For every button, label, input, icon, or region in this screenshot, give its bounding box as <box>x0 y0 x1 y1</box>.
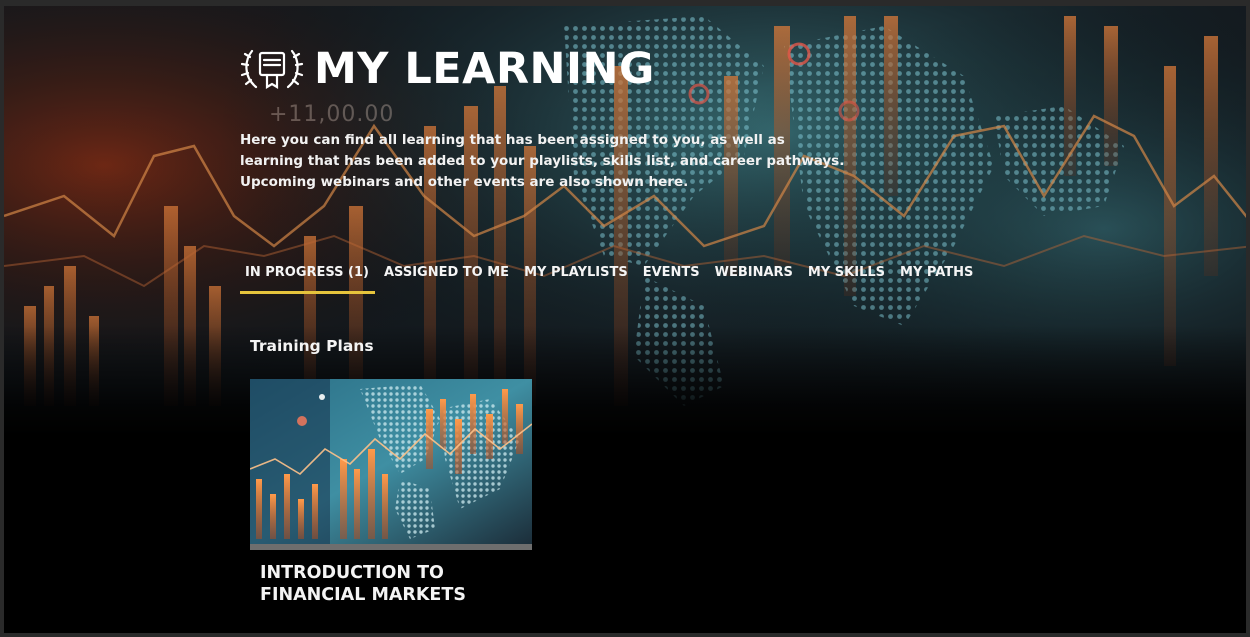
tab-my-playlists[interactable]: MY PLAYLISTS <box>519 261 634 287</box>
page-header: MY LEARNING <box>240 36 655 102</box>
page-title: MY LEARNING <box>314 44 655 94</box>
section-title: Training Plans <box>250 337 374 355</box>
tab-webinars[interactable]: WEBINARS <box>710 261 799 287</box>
intro-line: Upcoming webinars and other events are a… <box>240 174 689 190</box>
tab-assigned-to-me[interactable]: ASSIGNED TO ME <box>379 261 515 287</box>
training-plan-card[interactable]: INTRODUCTION TO FINANCIAL MARKETS <box>250 379 532 609</box>
tab-in-progress[interactable]: IN PROGRESS (1) <box>240 261 375 294</box>
tab-events[interactable]: EVENTS <box>638 261 706 287</box>
certificate-laurel-icon <box>240 49 304 89</box>
tab-my-skills[interactable]: MY SKILLS <box>803 261 891 287</box>
tab-my-paths[interactable]: MY PATHS <box>895 261 979 287</box>
intro-line: learning that has been added to your pla… <box>240 153 845 169</box>
intro-line: Here you can find all learning that has … <box>240 132 785 148</box>
card-title[interactable]: INTRODUCTION TO FINANCIAL MARKETS <box>260 562 520 606</box>
app-frame: +11,00.00 MY LEARNING Here you can find … <box>0 0 1250 637</box>
learning-tabs: IN PROGRESS (1) ASSIGNED TO ME MY PLAYLI… <box>240 261 983 297</box>
card-divider <box>250 544 532 550</box>
financial-markets-world-map-image <box>250 379 532 544</box>
background-number-text: +11,00.00 <box>269 102 395 127</box>
intro-text: Here you can find all learning that has … <box>240 130 880 193</box>
